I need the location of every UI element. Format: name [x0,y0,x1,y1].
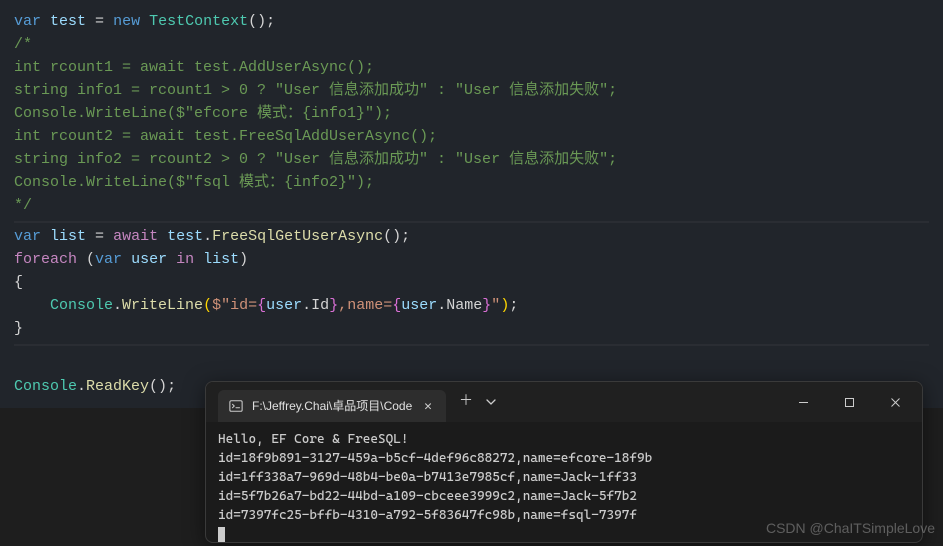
comment-line: Console.WriteLine($"fsql 模式：{info2}"); [14,171,929,194]
terminal-line: id=5f7b26a7-bd22-44bd-a109-cbceee3999c2,… [218,487,910,506]
code-editor[interactable]: var test = new TestContext(); /* int rco… [0,0,943,408]
terminal-tab[interactable]: F:\Jeffrey.Chai\卓品项目\Code ✕ [218,390,446,422]
comment-line: string info1 = rcount1 > 0 ? "User 信息添加成… [14,79,929,102]
brace-open: { [14,271,929,294]
window-controls [780,386,918,418]
terminal-cursor-line [218,525,910,542]
close-button[interactable] [872,386,918,418]
comment-close: */ [14,194,929,217]
comment-line: int rcount2 = await test.FreeSqlAddUserA… [14,125,929,148]
maximize-button[interactable] [826,386,872,418]
terminal-line: id=7397fc25-bffb-4310-a792-5f83647fc98b,… [218,506,910,525]
new-tab-button[interactable]: ＋ [452,388,480,416]
terminal-tab-title: F:\Jeffrey.Chai\卓品项目\Code [252,395,412,418]
comment-line: string info2 = rcount2 > 0 ? "User 信息添加成… [14,148,929,171]
comment-open: /* [14,33,929,56]
comment-line: Console.WriteLine($"efcore 模式：{info1}"); [14,102,929,125]
code-line: var list = await test.FreeSqlGetUserAsyn… [14,225,929,248]
code-line: Console.WriteLine($"id={user.Id},name={u… [14,294,929,317]
terminal-output[interactable]: Hello, EF Core & FreeSQL! id=18f9b891-31… [206,422,922,542]
tab-close-button[interactable]: ✕ [420,398,436,414]
terminal-titlebar[interactable]: F:\Jeffrey.Chai\卓品项目\Code ✕ ＋ [206,382,922,422]
code-line [14,352,929,375]
minimize-button[interactable] [780,386,826,418]
terminal-line: id=1ff338a7-969d-48b4-be0a-b7413e7985cf,… [218,468,910,487]
terminal-icon [228,398,244,414]
terminal-line: Hello, EF Core & FreeSQL! [218,430,910,449]
terminal-window[interactable]: F:\Jeffrey.Chai\卓品项目\Code ✕ ＋ Hello, EF … [205,381,923,543]
terminal-line: id=18f9b891-3127-459a-b5cf-4def96c88272,… [218,449,910,468]
code-line: var test = new TestContext(); [14,10,929,33]
tab-dropdown-button[interactable] [480,388,502,416]
terminal-cursor [218,527,225,542]
code-line: foreach (var user in list) [14,248,929,271]
brace-close: } [14,317,929,340]
comment-line: int rcount1 = await test.AddUserAsync(); [14,56,929,79]
